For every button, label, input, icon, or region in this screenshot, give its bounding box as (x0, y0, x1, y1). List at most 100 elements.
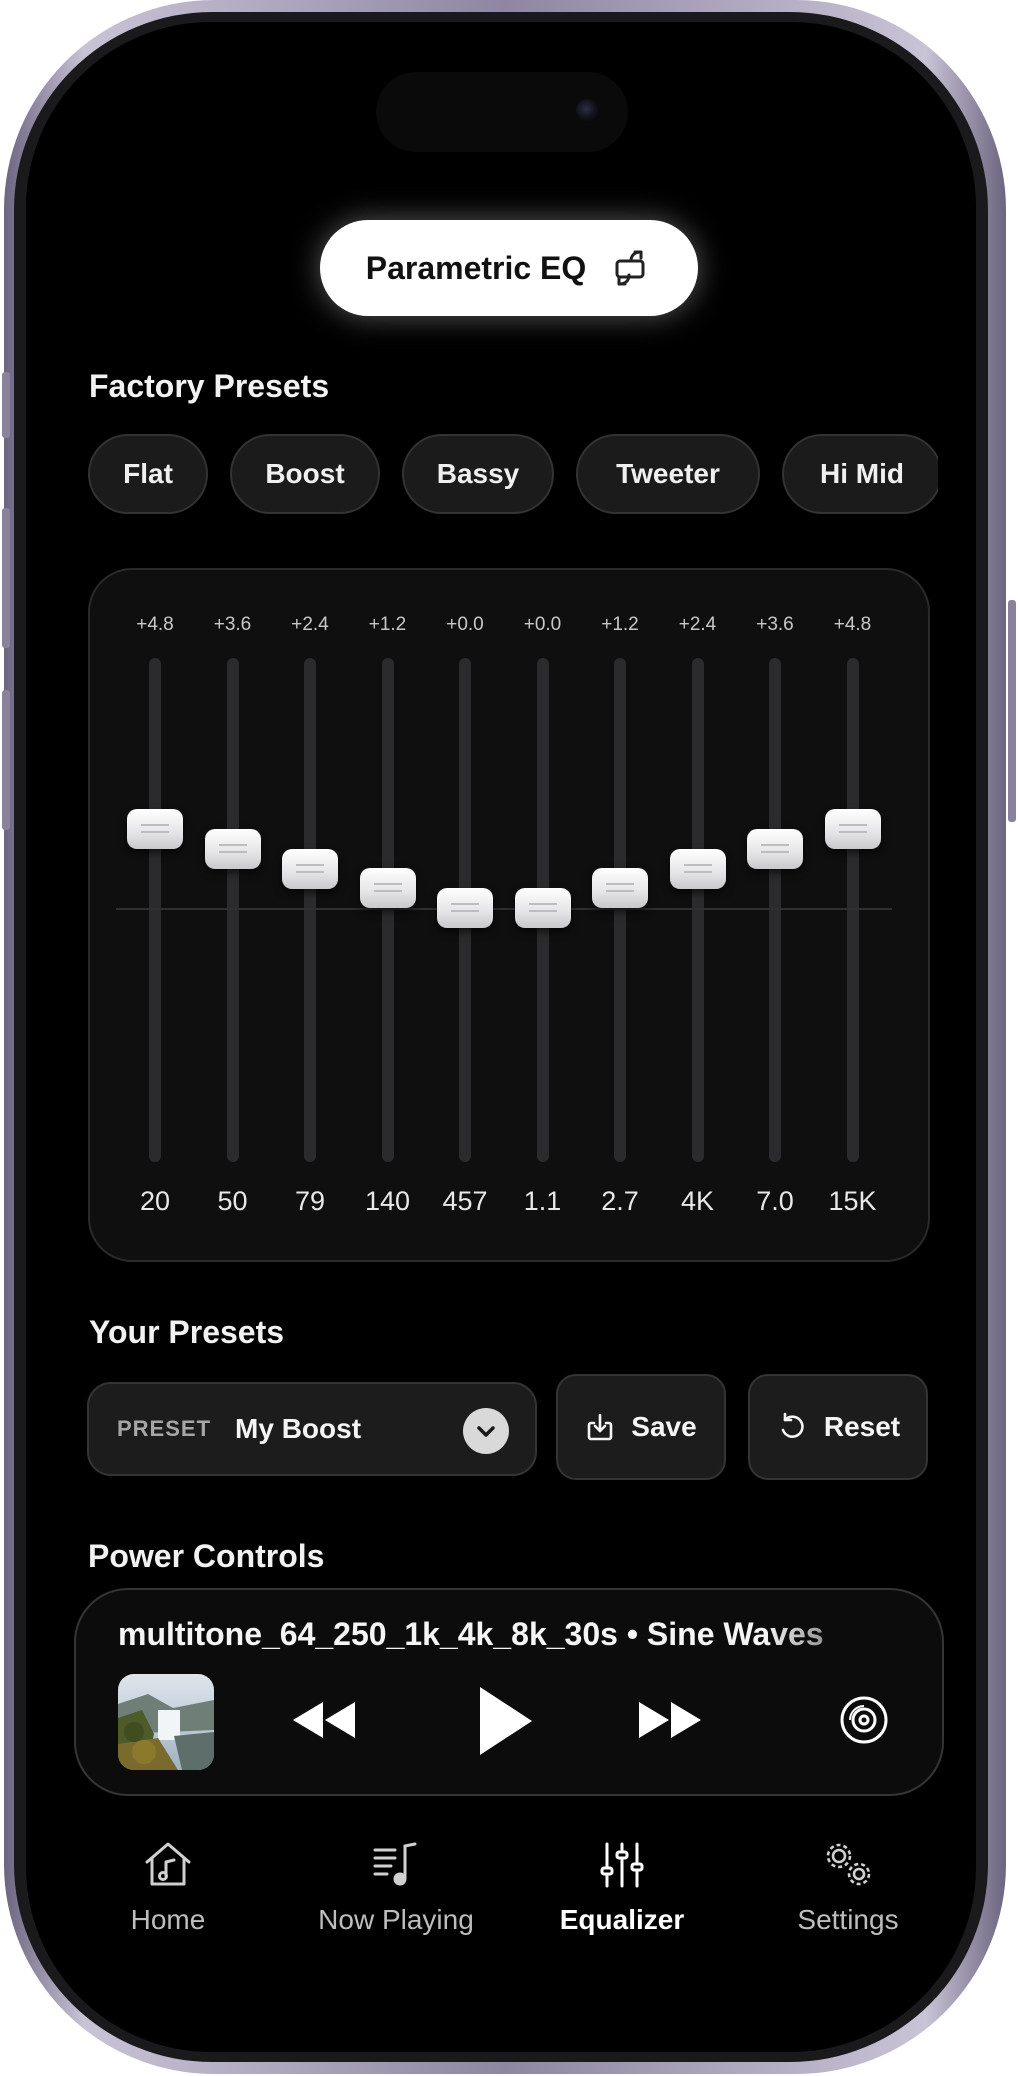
band-zero-line (581, 908, 659, 910)
app-screen: Parametric EQ Factory Presets Flat Boost… (26, 22, 976, 2052)
tab-equalizer[interactable]: Equalizer (522, 1838, 722, 1936)
band-frequency-label: 457 (442, 1186, 488, 1216)
preset-select-value: My Boost (235, 1413, 362, 1444)
eq-band: +4.8 20 (116, 570, 194, 1260)
eq-band: +0.0 1.1 (503, 570, 582, 1260)
preset-select-label: PRESET (117, 1416, 212, 1441)
your-presets-title: Your Presets (89, 1314, 285, 1350)
fast-forward-button[interactable] (630, 1690, 710, 1750)
chevron-down-icon (463, 1408, 509, 1454)
band-zero-line (813, 908, 892, 910)
power-controls-title: Power Controls (88, 1538, 325, 1574)
band-gain-label: +3.6 (213, 614, 252, 635)
band-zero-line (116, 908, 194, 910)
factory-presets-title: Factory Presets (89, 368, 330, 404)
preset-select[interactable]: PRESET My Boost (87, 1382, 537, 1476)
action-button (2, 372, 10, 438)
band-gain-label: +2.4 (291, 614, 329, 635)
preset-chip-bassy[interactable]: Bassy (402, 434, 554, 514)
tab-now-playing[interactable]: Now Playing (296, 1838, 496, 1936)
save-label: Save (631, 1411, 697, 1442)
volume-down-button (2, 690, 10, 830)
band-slider-track[interactable] (691, 658, 704, 1162)
band-slider-track[interactable] (614, 658, 626, 1162)
band-frequency-label: 79 (294, 1186, 326, 1216)
play-button[interactable] (464, 1676, 544, 1766)
band-zero-line (658, 908, 737, 910)
band-slider-thumb[interactable] (747, 828, 803, 869)
download-icon (587, 1413, 613, 1441)
album-artwork[interactable] (118, 1674, 214, 1770)
volume-up-button (2, 508, 10, 648)
tab-settings[interactable]: Settings (748, 1838, 948, 1936)
factory-presets-list: Flat Boost Bassy Tweeter Hi Mid (88, 434, 938, 518)
band-gain-label: +0.0 (446, 614, 484, 635)
band-zero-line (348, 908, 427, 910)
band-frequency-label: 4K (680, 1186, 715, 1216)
eq-band: +3.6 50 (193, 570, 272, 1260)
band-slider-track[interactable] (304, 658, 316, 1162)
reset-preset-button[interactable]: Reset (748, 1374, 928, 1480)
band-slider-thumb[interactable] (437, 888, 493, 928)
band-slider-thumb[interactable] (127, 809, 183, 850)
eq-band: +4.8 15K (813, 570, 892, 1260)
swap-icon (615, 250, 645, 286)
eq-band: +2.4 79 (271, 570, 349, 1260)
band-frequency-label: 140 (364, 1186, 411, 1216)
band-frequency-label: 7.0 (756, 1186, 794, 1216)
save-preset-button[interactable]: Save (556, 1374, 726, 1480)
band-frequency-label: 15K (828, 1186, 877, 1216)
band-slider-thumb[interactable] (204, 828, 261, 869)
eq-mode-title: Parametric EQ (365, 249, 587, 286)
band-gain-label: +2.4 (678, 614, 717, 635)
eq-band: +0.0 457 (426, 570, 504, 1260)
tab-home-label: Home (130, 1904, 206, 1935)
band-frequency-label: 1.1 (523, 1186, 562, 1216)
eq-mode-toggle[interactable]: Parametric EQ (320, 220, 698, 316)
preset-chip-hi-mid[interactable]: Hi Mid (782, 434, 938, 514)
rewind-button[interactable] (284, 1690, 364, 1750)
band-slider-thumb[interactable] (669, 848, 726, 889)
eq-band: +3.6 7.0 (736, 570, 814, 1260)
band-slider-thumb[interactable] (514, 888, 571, 928)
reset-label: Reset (823, 1411, 901, 1442)
eq-band: +1.2 2.7 (581, 570, 659, 1260)
band-frequency-label: 20 (139, 1186, 171, 1216)
preset-chip-tweeter[interactable]: Tweeter (576, 434, 760, 514)
disc-icon (840, 1696, 888, 1744)
band-zero-line (736, 908, 814, 910)
fast-forward-icon (639, 1702, 701, 1738)
preset-chip-flat[interactable]: Flat (88, 434, 208, 514)
preset-chip-boost[interactable]: Boost (230, 434, 380, 514)
reset-icon (781, 1412, 804, 1438)
camera-lens (576, 99, 598, 121)
tab-settings-label: Settings (797, 1904, 899, 1935)
band-frequency-label: 50 (217, 1186, 248, 1216)
dynamic-island (376, 72, 628, 152)
band-gain-label: +1.2 (368, 614, 407, 635)
eq-band: +2.4 4K (658, 570, 737, 1260)
tab-home[interactable]: Home (68, 1838, 268, 1936)
output-disc-button[interactable] (834, 1690, 894, 1750)
band-slider-thumb[interactable] (282, 848, 338, 889)
band-slider-track[interactable] (381, 658, 394, 1162)
equalizer-panel: +4.8 20 +3.6 50 +2.4 79 +1.2 140 +0.0 457 +0.0 1.1 +… (88, 568, 930, 1262)
band-slider-track[interactable] (149, 658, 161, 1162)
track-title[interactable]: multitone_64_250_1k_4k_8k_30s • Sine Wav… (118, 1616, 908, 1653)
eq-band: +1.2 140 (348, 570, 427, 1260)
band-zero-line (193, 908, 272, 910)
band-gain-label: +4.8 (833, 614, 872, 635)
band-slider-thumb[interactable] (824, 809, 881, 850)
band-frequency-label: 2.7 (601, 1186, 639, 1216)
rewind-icon (293, 1702, 355, 1738)
band-slider-thumb[interactable] (359, 868, 416, 909)
band-slider-thumb[interactable] (592, 868, 648, 909)
band-slider-track[interactable] (769, 658, 781, 1162)
tab-now-playing-label: Now Playing (318, 1904, 474, 1935)
play-icon (480, 1687, 532, 1755)
sliders-icon (600, 1842, 644, 1888)
band-slider-track[interactable] (226, 658, 239, 1162)
band-slider-track[interactable] (846, 658, 859, 1162)
band-gain-label: +1.2 (601, 614, 639, 635)
mini-player: multitone_64_250_1k_4k_8k_30s • Sine Wav… (74, 1588, 944, 1796)
